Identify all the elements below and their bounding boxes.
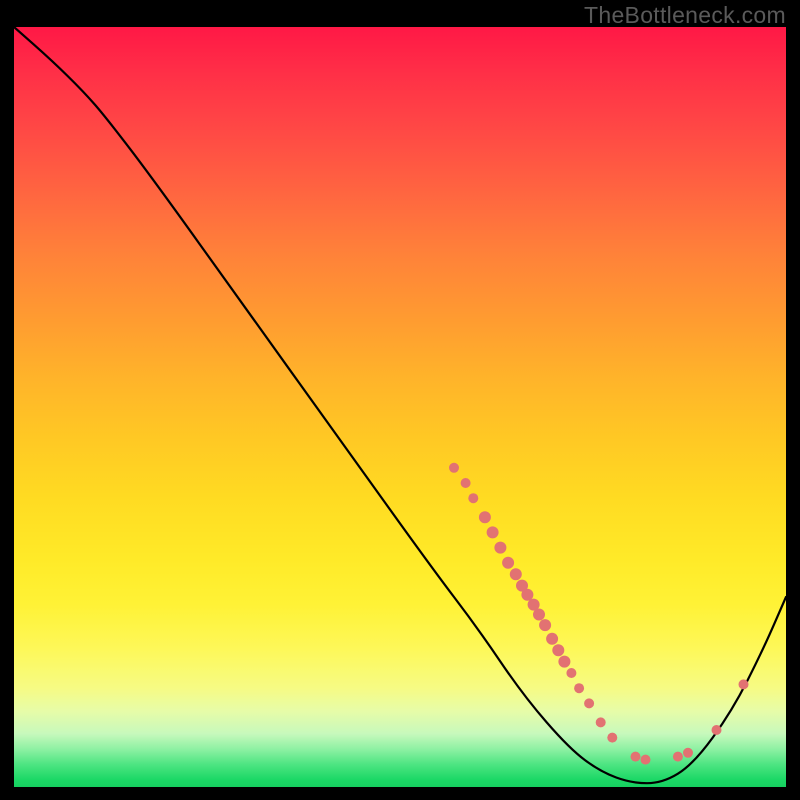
- data-markers: [449, 463, 749, 765]
- data-point: [584, 698, 594, 708]
- plot-area: [14, 27, 786, 787]
- data-point: [449, 463, 459, 473]
- data-point: [641, 755, 651, 765]
- data-point: [566, 668, 576, 678]
- data-point: [502, 557, 514, 569]
- data-point: [552, 644, 564, 656]
- data-point: [487, 526, 499, 538]
- data-point: [546, 633, 558, 645]
- data-point: [683, 748, 693, 758]
- chart-container: TheBottleneck.com: [0, 0, 800, 800]
- data-point: [521, 589, 533, 601]
- bottleneck-curve: [14, 27, 786, 783]
- data-point: [739, 679, 749, 689]
- data-point: [574, 683, 584, 693]
- data-point: [596, 717, 606, 727]
- data-point: [461, 478, 471, 488]
- data-point: [607, 733, 617, 743]
- data-point: [673, 752, 683, 762]
- watermark-label: TheBottleneck.com: [584, 2, 786, 29]
- data-point: [468, 493, 478, 503]
- data-point: [558, 656, 570, 668]
- data-point: [533, 609, 545, 621]
- data-point: [539, 619, 551, 631]
- data-point: [479, 511, 491, 523]
- data-point: [510, 568, 522, 580]
- data-point: [712, 725, 722, 735]
- curve-overlay: [14, 27, 786, 787]
- data-point: [631, 752, 641, 762]
- data-point: [494, 542, 506, 554]
